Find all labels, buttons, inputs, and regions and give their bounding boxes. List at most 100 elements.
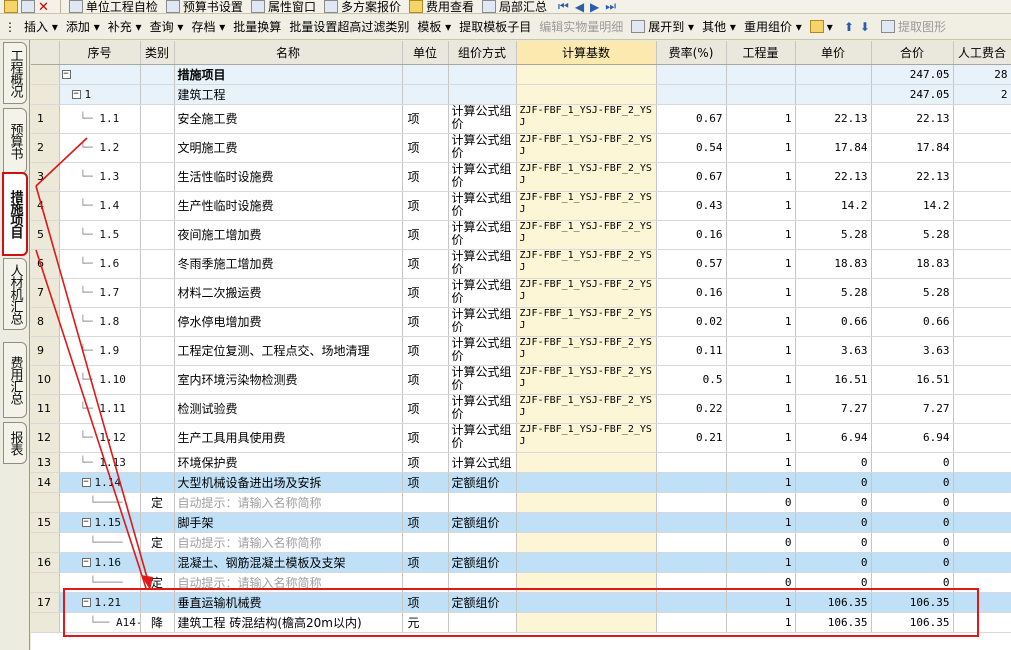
labor-cost-cell[interactable] [953, 552, 1011, 573]
unit-cell[interactable] [402, 84, 449, 105]
row-number[interactable]: 13 [31, 452, 60, 473]
pricing-method-cell[interactable]: 计算公式组价 [448, 249, 517, 279]
quantity-cell[interactable] [726, 84, 796, 105]
name-cell[interactable]: 垂直运输机械费 [174, 592, 403, 613]
table-row[interactable]: − 措施项目 247.05 28 [31, 64, 1011, 85]
calc-basis-cell[interactable] [516, 572, 657, 593]
seq-cell[interactable]: └─ 1.10 [59, 365, 141, 395]
name-cell[interactable]: 冬雨季施工增加费 [174, 249, 403, 279]
save-menu[interactable]: 存档 ▾ [187, 14, 229, 39]
tab-labor-material-summary[interactable]: 人材机汇总 [3, 258, 27, 330]
calc-basis-cell[interactable] [516, 492, 657, 513]
category-cell[interactable] [140, 104, 175, 134]
property-window-button[interactable]: 属性窗口 [247, 0, 320, 13]
unit-price-cell[interactable]: 7.27 [795, 394, 872, 424]
quantity-cell[interactable]: 0 [726, 532, 796, 553]
unit-price-cell[interactable]: 18.83 [795, 249, 872, 279]
rate-cell[interactable]: 0.22 [656, 394, 727, 424]
category-cell[interactable] [140, 162, 175, 192]
category-cell[interactable] [140, 249, 175, 279]
rate-cell[interactable]: 0.43 [656, 191, 727, 221]
name-cell[interactable]: 室内环境污染物检测费 [174, 365, 403, 395]
quantity-cell[interactable]: 1 [726, 336, 796, 366]
rate-cell[interactable] [656, 84, 727, 105]
unit-price-cell[interactable]: 0 [795, 512, 872, 533]
total-cell[interactable]: 247.05 [871, 64, 954, 85]
category-cell[interactable] [140, 512, 175, 533]
unit-cell[interactable] [402, 572, 449, 593]
partial-summary-button[interactable]: 局部汇总 [478, 0, 551, 13]
category-cell[interactable] [140, 278, 175, 308]
name-cell[interactable]: 大型机械设备进出场及安拆 [174, 472, 403, 493]
table-row[interactable]: └──── 定自动提示：请输入名称简称 0 0 0 [31, 572, 1011, 593]
row-number[interactable]: 4 [31, 191, 60, 221]
multi-plan-button[interactable]: 多方案报价 [320, 0, 405, 13]
row-number[interactable] [31, 492, 60, 513]
seq-cell[interactable]: − [59, 64, 141, 85]
extract-template-button[interactable]: 提取模板子目 [455, 14, 535, 39]
category-cell[interactable] [140, 394, 175, 424]
rate-cell[interactable]: 0.67 [656, 162, 727, 192]
rate-cell[interactable] [656, 532, 727, 553]
name-cell[interactable]: 安全施工费 [174, 104, 403, 134]
row-number[interactable] [31, 84, 60, 105]
quantity-cell[interactable]: 1 [726, 552, 796, 573]
template-menu[interactable]: 模板 ▾ [413, 14, 455, 39]
total-cell[interactable]: 6.94 [871, 423, 954, 453]
quantity-cell[interactable]: 1 [726, 365, 796, 395]
header-quantity[interactable]: 工程量 [726, 41, 796, 65]
category-cell[interactable] [140, 452, 175, 473]
seq-cell[interactable]: └── A14-3 [59, 612, 141, 633]
unit-price-cell[interactable]: 106.35 [795, 592, 872, 613]
labor-cost-cell[interactable]: 28 [953, 64, 1011, 85]
nav-buttons[interactable]: ⏮ ◀ ▶ ⏭ [551, 0, 623, 13]
row-number[interactable]: 17 [31, 592, 60, 613]
unit-cell[interactable]: 项 [402, 394, 449, 424]
move-buttons[interactable]: ⬆ ⬇ [837, 14, 877, 39]
pricing-method-cell[interactable]: 定额组价 [448, 592, 517, 613]
table-row[interactable]: 12 └─ 1.12 生产工具用具使用费项计算公式组价 ZJF-FBF_1_YSJ-F… [31, 423, 1011, 453]
table-row[interactable]: 17−1.21 垂直运输机械费项定额组价 1 106.35 106.35 [31, 592, 1011, 613]
labor-cost-cell[interactable] [953, 365, 1011, 395]
row-number[interactable]: 7 [31, 278, 60, 308]
supplement-menu[interactable]: 补充 ▾ [104, 14, 146, 39]
name-cell[interactable]: 环境保护费 [174, 452, 403, 473]
labor-cost-cell[interactable] [953, 249, 1011, 279]
toolbar-misc-icons[interactable]: ✕ [0, 0, 56, 13]
unit-cell[interactable]: 项 [402, 162, 449, 192]
unit-price-cell[interactable] [795, 64, 872, 85]
table-row[interactable]: 10 └─ 1.10 室内环境污染物检测费项计算公式组价 ZJF-FBF_1_YSJ-… [31, 365, 1011, 395]
quantity-cell[interactable]: 1 [726, 394, 796, 424]
seq-cell[interactable]: └─ 1.11 [59, 394, 141, 424]
category-cell[interactable] [140, 64, 175, 85]
pricing-method-cell[interactable] [448, 64, 517, 85]
total-cell[interactable]: 106.35 [871, 592, 954, 613]
table-row[interactable]: └──── 定自动提示：请输入名称简称 0 0 0 [31, 532, 1011, 553]
category-cell[interactable] [140, 84, 175, 105]
table-row[interactable]: 4 └─ 1.4 生产性临时设施费项计算公式组价 ZJF-FBF_1_YSJ-FBF_… [31, 191, 1011, 221]
calc-basis-cell[interactable] [516, 472, 657, 493]
labor-cost-cell[interactable] [953, 336, 1011, 366]
total-cell[interactable]: 16.51 [871, 365, 954, 395]
total-cell[interactable]: 0.66 [871, 307, 954, 337]
category-cell[interactable]: 定 [140, 532, 175, 553]
unit-cell[interactable]: 项 [402, 336, 449, 366]
calc-basis-cell[interactable] [516, 592, 657, 613]
unit-cell[interactable]: 项 [402, 191, 449, 221]
labor-cost-cell[interactable] [953, 612, 1011, 633]
calc-basis-cell[interactable]: ZJF-FBF_1_YSJ-FBF_2_YSJ [516, 336, 657, 366]
category-cell[interactable] [140, 365, 175, 395]
name-cell[interactable]: 自动提示：请输入名称简称 [174, 492, 403, 513]
calc-basis-cell[interactable]: ZJF-FBF_1_YSJ-FBF_2_YSJ [516, 278, 657, 308]
unit-price-cell[interactable]: 5.28 [795, 278, 872, 308]
name-cell[interactable]: 生产工具用具使用费 [174, 423, 403, 453]
table-row[interactable]: └──── 定自动提示：请输入名称简称 0 0 0 [31, 492, 1011, 513]
tab-project-overview[interactable]: 工程概况 [3, 42, 27, 104]
seq-cell[interactable]: └─ 1.3 [59, 162, 141, 192]
pricing-method-cell[interactable]: 定额组价 [448, 552, 517, 573]
quantity-cell[interactable]: 1 [726, 162, 796, 192]
row-number[interactable]: 11 [31, 394, 60, 424]
seq-cell[interactable]: −1.21 [59, 592, 141, 613]
category-cell[interactable] [140, 220, 175, 250]
pricing-method-cell[interactable]: 计算公式组价 [448, 162, 517, 192]
